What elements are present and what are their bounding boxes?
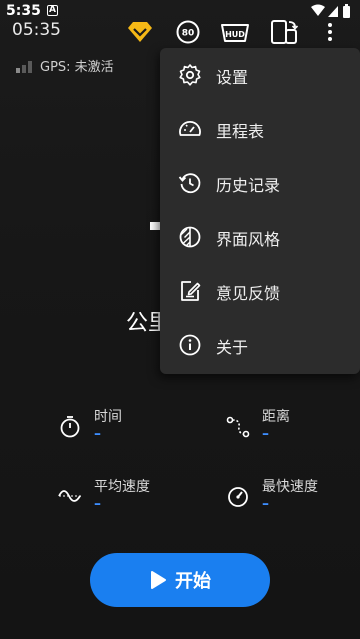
gps-status-text: GPS: 未激活 [40, 60, 114, 75]
stat-time-label: 时间 [94, 409, 122, 425]
clock: 05:35 [12, 20, 61, 40]
start-button-label: 开始 [175, 571, 211, 592]
hud-label: HUD [225, 30, 245, 39]
menu-item-label: 意见反馈 [216, 284, 281, 303]
gauge-icon [228, 487, 248, 507]
premium-badge-icon[interactable] [124, 16, 156, 48]
gear-icon [179, 64, 201, 86]
stat-max-speed-value: – [262, 496, 269, 512]
menu-item-label: 历史记录 [216, 176, 281, 195]
menu-item-feedback[interactable]: 意见反馈 [160, 264, 360, 318]
play-icon [151, 571, 166, 589]
overflow-menu: 设置 里程表 历史记录 界面风格 意见反馈 关于 [160, 48, 360, 374]
menu-item-about[interactable]: 关于 [160, 318, 360, 372]
stat-time-value: – [94, 426, 101, 442]
stopwatch-icon [60, 416, 80, 438]
stat-distance-value: – [262, 426, 269, 442]
menu-item-label: 界面风格 [216, 230, 281, 249]
speed-value-dash [150, 222, 160, 230]
start-button[interactable]: 开始 [90, 553, 270, 607]
menu-item-settings[interactable]: 设置 [160, 48, 360, 102]
menu-item-label: 关于 [216, 338, 249, 357]
odometer-icon [179, 121, 201, 136]
stat-avg-speed-value: – [94, 496, 101, 512]
speed-limit-label: 80 [182, 29, 195, 39]
screen-rotate-icon[interactable] [268, 16, 300, 48]
stat-distance: 距离 – [226, 406, 360, 454]
gps-signal-icon [16, 61, 32, 73]
stat-avg-speed: 平均速度 – [58, 476, 198, 524]
menu-item-theme[interactable]: 界面风格 [160, 210, 360, 264]
stat-max-speed-label: 最快速度 [262, 479, 318, 495]
app-bar: 05:35 80 HUD [0, 14, 360, 50]
stat-max-speed: 最快速度 – [226, 476, 360, 524]
route-icon [226, 416, 250, 438]
feedback-icon [181, 281, 201, 301]
stat-time: 时间 – [58, 406, 198, 454]
sine-wave-icon [58, 490, 81, 502]
stat-distance-label: 距离 [262, 409, 290, 425]
menu-item-label: 里程表 [216, 122, 265, 141]
menu-item-history[interactable]: 历史记录 [160, 156, 360, 210]
info-icon [179, 334, 201, 356]
more-vert-icon[interactable] [316, 16, 344, 48]
speedometer-screen: 5:35 A 05:35 80 HUD GPS: 未激活 公里 时间 – 距离 … [0, 0, 360, 639]
history-icon [178, 173, 201, 194]
theme-icon [179, 226, 201, 248]
stat-avg-speed-label: 平均速度 [94, 479, 150, 495]
menu-item-label: 设置 [216, 68, 249, 87]
hud-icon[interactable]: HUD [219, 16, 251, 48]
speed-limit-icon[interactable]: 80 [172, 16, 204, 48]
menu-item-odometer[interactable]: 里程表 [160, 102, 360, 156]
